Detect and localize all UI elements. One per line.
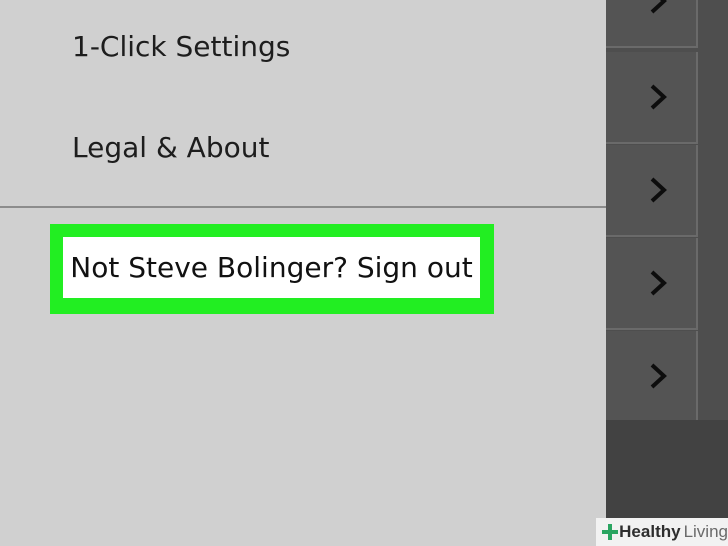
chevron-right-icon [650, 84, 667, 110]
background-row[interactable] [606, 238, 698, 330]
watermark-text-light: Living [683, 522, 728, 541]
menu-item-legal-about[interactable]: Legal & About [72, 131, 269, 164]
background-row[interactable] [606, 145, 698, 237]
chevron-right-icon [650, 270, 667, 296]
background-content-overlay [606, 0, 728, 546]
chevron-right-icon [650, 363, 667, 389]
navigation-drawer: 1-Click Settings Legal & About Not Steve… [0, 0, 606, 546]
watermark-text-bold: Healthy [619, 522, 681, 541]
background-row[interactable] [606, 0, 698, 48]
chevron-right-icon [650, 0, 667, 14]
menu-item-1-click-settings[interactable]: 1-Click Settings [72, 30, 290, 63]
background-row[interactable] [606, 331, 698, 423]
chevron-right-icon [650, 177, 667, 203]
menu-divider [0, 206, 606, 208]
background-row[interactable] [606, 52, 698, 144]
sign-out-link[interactable]: Not Steve Bolinger? Sign out [63, 237, 480, 298]
plus-logo-icon [602, 524, 619, 540]
watermark-badge: Healthy Living [596, 518, 728, 546]
